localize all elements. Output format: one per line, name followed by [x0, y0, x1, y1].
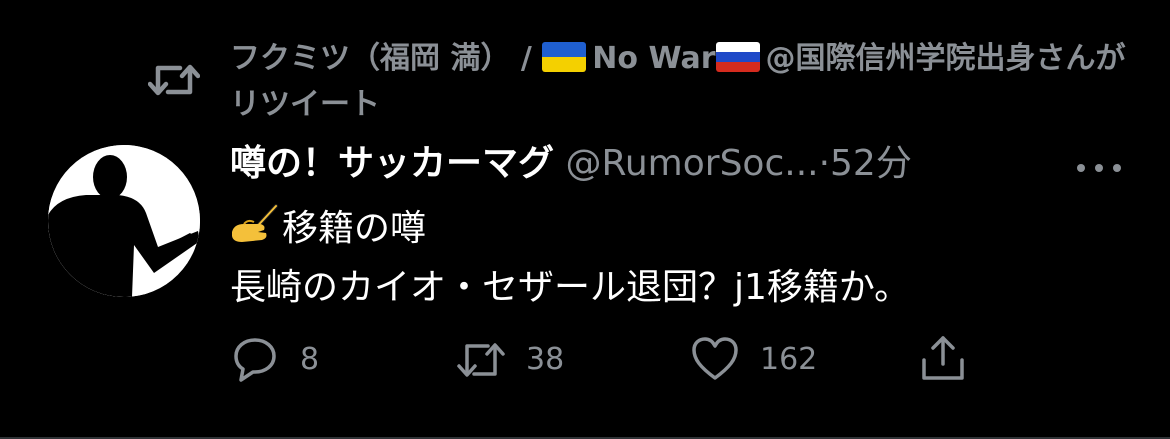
retweet-icon [457, 343, 505, 377]
retweeter-name-mid: No War [592, 41, 716, 76]
retweet-attribution[interactable]: フクミツ（福岡 満） / No War @国際信州学院出身さんがリツイート [230, 36, 1130, 128]
more-options-icon[interactable] [1072, 148, 1126, 188]
like-count: 162 [760, 342, 818, 377]
tweet-text-line-2: 長崎のカイオ・セザール退団？j1移籍か。 [230, 267, 911, 308]
separator-dot: · [818, 143, 831, 184]
avatar[interactable] [48, 145, 200, 297]
share-icon [922, 336, 964, 380]
tweet-text-line-1: 移籍の噂 [230, 202, 426, 255]
reply-icon [234, 338, 276, 382]
retweet-count: 38 [526, 342, 565, 377]
display-name[interactable]: 噂の！サッカーマグ [230, 143, 554, 184]
retweeter-name-prefix: フクミツ（福岡 満） / [230, 41, 543, 76]
timestamp[interactable]: 52分 [830, 143, 912, 184]
writing-hand-emoji-icon [232, 204, 278, 242]
tweet-header: 噂の！サッカーマグ @RumorSoc...·52分 [230, 138, 1130, 190]
russia-flag-icon [715, 42, 760, 72]
avatar-silhouette-icon [48, 145, 200, 297]
tweet-text-topic: 移籍の噂 [282, 208, 427, 249]
ukraine-flag-icon [542, 42, 587, 72]
reply-count: 8 [300, 342, 320, 377]
heart-icon [692, 337, 738, 380]
retweet-icon [148, 64, 200, 96]
user-handle[interactable]: @RumorSoc... [565, 143, 818, 184]
